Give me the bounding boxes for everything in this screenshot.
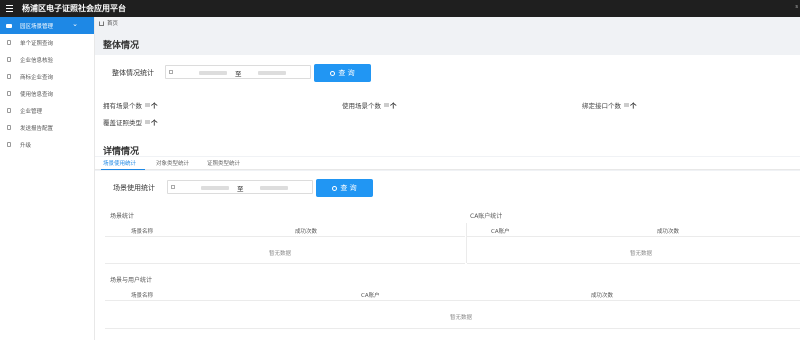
- detail-title: 详情情况: [103, 147, 140, 157]
- sidebar-item-report-config[interactable]: 发送报告配置: [0, 119, 94, 136]
- query-button-label: 查 询: [340, 184, 357, 192]
- stat-value: [145, 103, 150, 107]
- divider: [466, 223, 467, 263]
- column-header[interactable]: 成功次数: [295, 227, 317, 235]
- column-header[interactable]: CA账户: [361, 291, 380, 299]
- document-icon: [7, 40, 11, 45]
- menu-icon[interactable]: [4, 3, 15, 14]
- ca-stats-title: CA账户统计: [470, 213, 503, 220]
- sidebar-item-trademark[interactable]: 商标企业查询: [0, 68, 94, 85]
- sidebar-item-label: 发送报告配置: [20, 125, 54, 132]
- sidebar-item-label: 使用信息查询: [20, 91, 54, 98]
- sidebar-item-enterprise-mgmt[interactable]: 企业管理: [0, 102, 94, 119]
- home-icon: [99, 20, 104, 26]
- query-button-label: 查 询: [338, 69, 355, 77]
- overview-query-button[interactable]: 查 询: [314, 64, 371, 82]
- monitor-icon: [6, 23, 12, 28]
- scene-stats-title: 场景统计: [110, 213, 135, 220]
- document-icon: [7, 74, 11, 79]
- stat-label: 使用场景个数: [342, 102, 381, 110]
- sidebar-item-upgrade[interactable]: 升级: [0, 136, 94, 153]
- sidebar-item-label: 升级: [20, 142, 32, 149]
- document-icon: [7, 108, 11, 113]
- calendar-icon: [171, 185, 175, 189]
- document-icon: [7, 142, 11, 147]
- search-icon: [332, 185, 338, 191]
- sidebar-item-label: 企业管理: [20, 108, 43, 115]
- sidebar-item-single-license[interactable]: 单个证照查询: [0, 34, 94, 51]
- stat-unit: 个: [151, 102, 158, 110]
- scene-stats-header: 场景名称 成功次数: [105, 223, 465, 237]
- calendar-icon: [169, 70, 173, 74]
- stat-owned-scenes: 拥有场景个数 个: [103, 100, 158, 110]
- column-header[interactable]: 场景名称: [131, 227, 153, 235]
- stat-value: [145, 120, 150, 124]
- stat-bound-apis: 绑定接口个数 个: [582, 100, 637, 110]
- ca-stats-empty: 暂无数据: [630, 251, 653, 257]
- stat-value: [384, 103, 389, 107]
- document-icon: [7, 57, 11, 62]
- main-content: 首页 整体情况 整体情况统计 至 查 询 拥有场景个数个 使用场景个数个 绑定接…: [95, 17, 800, 340]
- stat-label: 绑定接口个数: [582, 102, 621, 110]
- breadcrumb: 首页: [99, 19, 118, 27]
- scene-stats-empty: 暂无数据: [269, 251, 292, 257]
- detail-card: 场景使用统计 至 查 询 场景统计 场景名称 成功次数 暂无数据 CA账户统计 …: [95, 171, 800, 340]
- sidebar-item-label: 园区场景管理: [20, 23, 54, 30]
- detail-query-button[interactable]: 查 询: [316, 179, 373, 197]
- stat-used-scenes: 使用场景个数 个: [342, 100, 397, 110]
- column-header[interactable]: 成功次数: [657, 227, 679, 235]
- sidebar-item-label: 商标企业查询: [20, 74, 54, 81]
- end-date-value: [260, 186, 288, 190]
- stat-label: 覆盖证照类型: [103, 119, 142, 127]
- app-title: 杨浦区电子证照社会应用平台: [22, 4, 126, 13]
- sidebar-item-park-scene[interactable]: 园区场景管理 ⌄: [0, 17, 94, 34]
- stat-license-types: 覆盖证照类型 个: [103, 117, 158, 127]
- end-date-value: [258, 71, 286, 75]
- divider: [467, 263, 800, 264]
- chevron-down-icon: ⌄: [72, 20, 78, 28]
- sidebar-item-label: 单个证照查询: [20, 40, 54, 47]
- active-tab-indicator: [101, 169, 145, 170]
- range-separator: 至: [235, 70, 242, 78]
- detail-tabs: 场景使用统计 对象类型统计 证照类型统计: [95, 157, 800, 170]
- scene-user-stats-empty: 暂无数据: [450, 315, 473, 321]
- column-header[interactable]: CA账户: [491, 227, 510, 235]
- divider: [105, 263, 465, 264]
- tab-scene-usage[interactable]: 场景使用统计: [103, 159, 136, 167]
- stat-unit: 个: [630, 102, 637, 110]
- tab-object-type[interactable]: 对象类型统计: [156, 159, 189, 167]
- detail-date-range[interactable]: 至: [167, 180, 313, 194]
- scene-user-stats-header: 场景名称 CA账户 成功次数: [105, 287, 800, 301]
- column-header[interactable]: 成功次数: [591, 291, 613, 299]
- column-header[interactable]: 场景名称: [131, 291, 153, 299]
- ca-stats-header: CA账户 成功次数: [467, 223, 800, 237]
- overview-date-range[interactable]: 至: [165, 65, 311, 79]
- stat-value: [624, 103, 629, 107]
- detail-filter-label: 场景使用统计: [113, 184, 155, 192]
- search-icon: [330, 70, 336, 76]
- document-icon: [7, 91, 11, 96]
- sidebar-item-usage[interactable]: 使用信息查询: [0, 85, 94, 102]
- overview-card: 整体情况统计 至 查 询 拥有场景个数个 使用场景个数个 绑定接口个数个 覆盖证…: [95, 55, 800, 156]
- range-separator: 至: [237, 185, 244, 193]
- scene-user-stats-title: 场景与用户统计: [110, 277, 153, 284]
- stat-unit: 个: [390, 102, 397, 110]
- overview-filter-label: 整体情况统计: [112, 69, 154, 77]
- start-date-value: [199, 71, 227, 75]
- sidebar-item-enterprise-verify[interactable]: 企业信息核验: [0, 51, 94, 68]
- start-date-value: [201, 186, 229, 190]
- stat-label: 拥有场景个数: [103, 102, 142, 110]
- overview-title: 整体情况: [103, 41, 140, 51]
- divider: [105, 328, 800, 329]
- top-bar: 杨浦区电子证照社会应用平台 s: [0, 0, 800, 17]
- breadcrumb-home[interactable]: 首页: [107, 19, 118, 27]
- document-icon: [7, 125, 11, 130]
- user-indicator[interactable]: s: [795, 4, 798, 10]
- tab-license-type[interactable]: 证照类型统计: [207, 159, 240, 167]
- stat-unit: 个: [151, 119, 158, 127]
- sidebar-item-label: 企业信息核验: [20, 57, 54, 64]
- sidebar: 园区场景管理 ⌄ 单个证照查询 企业信息核验 商标企业查询 使用信息查询 企业管…: [0, 17, 95, 340]
